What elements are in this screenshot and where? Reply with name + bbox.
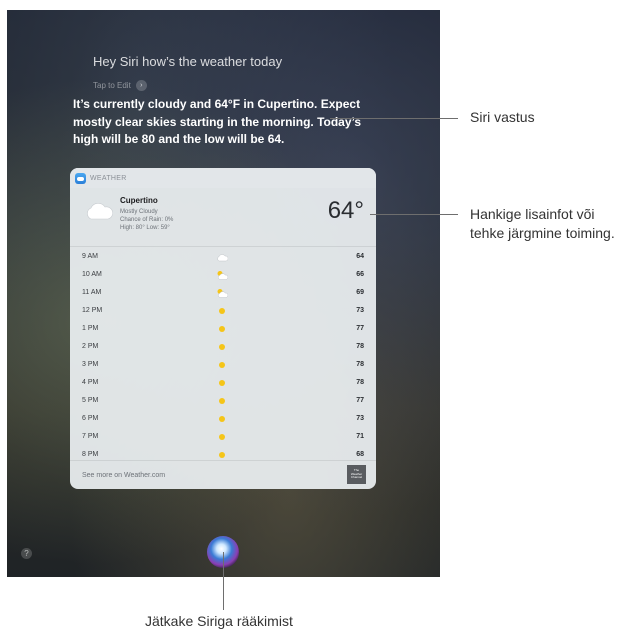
forecast-row: 1 PM 77 — [70, 320, 376, 338]
card-header: WEATHER — [70, 168, 376, 188]
forecast-row: 12 PM 73 — [70, 302, 376, 320]
forecast-row: 10 AM 66 — [70, 266, 376, 284]
forecast-row: 11 AM 69 — [70, 284, 376, 302]
weather-summary[interactable]: Cupertino Mostly Cloudy Chance of Rain: … — [70, 188, 376, 247]
forecast-time: 1 PM — [82, 325, 99, 332]
partly-cloudy-icon — [217, 271, 228, 280]
forecast-time: 9 AM — [82, 253, 98, 260]
forecast-row: 9 AM 64 — [70, 248, 376, 266]
cloud-icon — [217, 254, 228, 262]
forecast-row: 5 PM 77 — [70, 392, 376, 410]
forecast-temp: 68 — [356, 451, 364, 458]
weather-card[interactable]: WEATHER Cupertino Mostly Cloudy Chance o… — [70, 168, 376, 489]
forecast-time: 8 PM — [82, 451, 99, 458]
forecast-row: 2 PM 78 — [70, 338, 376, 356]
partly-cloudy-icon — [217, 289, 228, 298]
sun-icon — [219, 398, 225, 404]
forecast-temp: 78 — [356, 343, 364, 350]
forecast-temp: 78 — [356, 361, 364, 368]
sun-icon — [219, 362, 225, 368]
rain-chance: Chance of Rain: 0% — [120, 217, 174, 223]
forecast-temp: 66 — [356, 271, 364, 278]
callout-more-info: Hankige lisainfot või tehke järgmine toi… — [470, 206, 615, 241]
callout-siri-response: Siri vastus — [470, 109, 535, 125]
sun-icon — [219, 326, 225, 332]
condition-text: Mostly Cloudy — [120, 209, 158, 215]
forecast-time: 2 PM — [82, 343, 99, 350]
sun-icon — [219, 380, 225, 386]
sun-icon — [219, 308, 225, 314]
forecast-time: 11 AM — [82, 289, 102, 296]
hourly-forecast: 9 AM 64 10 AM 66 11 AM 69 12 PM 73 1 PM — [70, 248, 376, 464]
forecast-time: 4 PM — [82, 379, 99, 386]
forecast-temp: 71 — [356, 433, 364, 440]
card-app-name: WEATHER — [90, 174, 127, 182]
forecast-temp: 77 — [356, 325, 364, 332]
help-button[interactable]: ? — [21, 548, 32, 559]
weather-channel-logo: The Weather Channel — [347, 465, 366, 484]
sun-icon — [219, 344, 225, 350]
tap-to-edit-label: Tap to Edit — [93, 81, 131, 90]
forecast-temp: 69 — [356, 289, 364, 296]
forecast-temp: 73 — [356, 415, 364, 422]
forecast-temp: 78 — [356, 379, 364, 386]
location-name: Cupertino — [120, 196, 158, 205]
cloud-icon — [87, 203, 113, 220]
callout-line — [330, 118, 458, 119]
forecast-row: 6 PM 73 — [70, 410, 376, 428]
forecast-time: 7 PM — [82, 433, 99, 440]
forecast-time: 3 PM — [82, 361, 99, 368]
card-footer[interactable]: See more on Weather.com The Weather Channe… — [70, 460, 376, 489]
callout-keep-talking: Jätkake Siriga rääkimist — [145, 613, 293, 629]
high-low: High: 80° Low: 59° — [120, 225, 170, 231]
forecast-time: 12 PM — [82, 307, 103, 314]
forecast-row: 7 PM 71 — [70, 428, 376, 446]
forecast-row: 4 PM 78 — [70, 374, 376, 392]
forecast-time: 5 PM — [82, 397, 99, 404]
siri-query: Hey Siri how’s the weather today — [93, 54, 283, 69]
weather-app-icon — [75, 172, 86, 184]
forecast-row: 3 PM 78 — [70, 356, 376, 374]
callout-line — [370, 214, 458, 215]
callout-line — [223, 552, 224, 610]
siri-screen: Hey Siri how’s the weather today Tap to … — [7, 10, 440, 577]
tap-to-edit[interactable]: Tap to Edit › — [93, 80, 147, 91]
forecast-time: 6 PM — [82, 415, 99, 422]
current-temperature: 64° — [327, 197, 364, 224]
forecast-time: 10 AM — [82, 271, 102, 278]
sun-icon — [219, 416, 225, 422]
forecast-temp: 77 — [356, 397, 364, 404]
sun-icon — [219, 434, 225, 440]
forecast-temp: 64 — [356, 253, 364, 260]
sun-icon — [219, 452, 225, 458]
siri-response: It’s currently cloudy and 64°F in Cupert… — [73, 97, 362, 146]
chevron-right-icon[interactable]: › — [135, 80, 147, 91]
forecast-temp: 73 — [356, 307, 364, 314]
see-more-link[interactable]: See more on Weather.com — [82, 472, 165, 479]
